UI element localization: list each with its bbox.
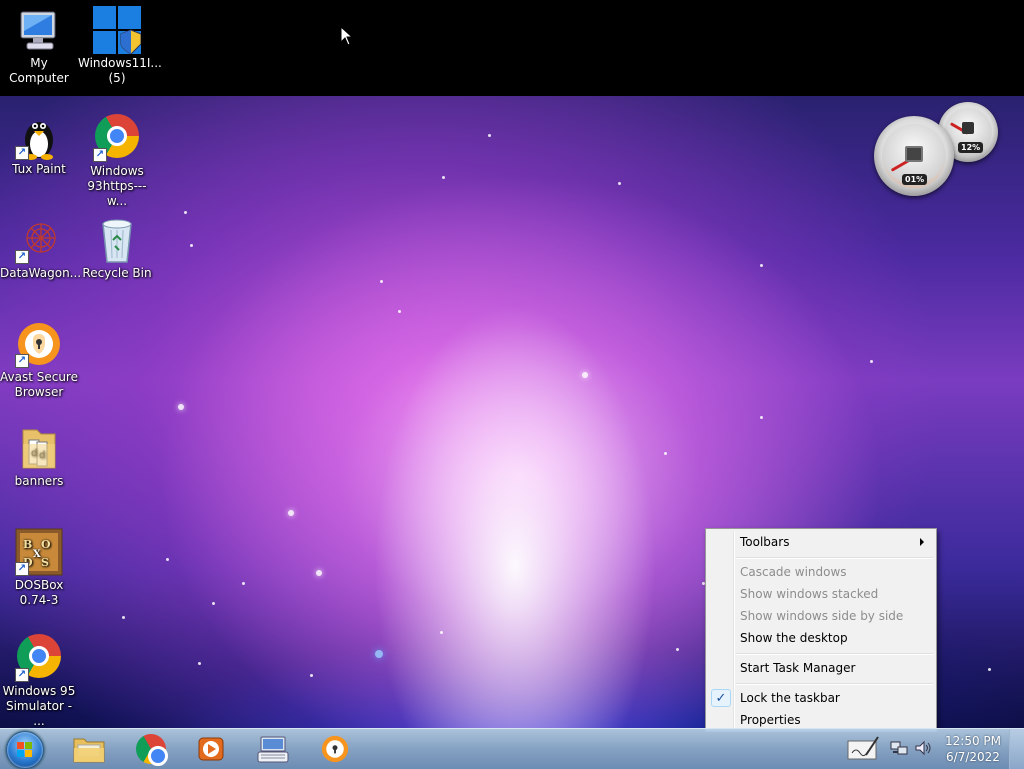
svg-text:X: X — [33, 549, 41, 560]
icon-label-line2: 0.74-3 — [19, 593, 59, 607]
avast-browser-icon — [321, 735, 349, 763]
icon-label: My Computer — [9, 56, 69, 85]
taskbar-file-explorer[interactable] — [62, 731, 116, 767]
on-screen-keyboard-icon — [257, 736, 289, 763]
checkmark-icon: ✓ — [711, 689, 731, 707]
shortcut-arrow-icon: ↗ — [93, 148, 107, 162]
icon-label: banners — [14, 474, 64, 488]
svg-text:S: S — [41, 556, 49, 569]
submenu-arrow-icon — [920, 538, 924, 546]
system-clock[interactable]: 12:50 PM 6/7/2022 — [938, 733, 1008, 765]
menu-separator — [736, 683, 933, 685]
menu-item-show-windows-side-by-side[interactable]: Show windows side by side — [708, 605, 934, 627]
icon-label: Windows 95 — [2, 684, 76, 698]
cpu-readout: 01% — [902, 174, 928, 185]
network-icon[interactable] — [890, 739, 908, 757]
cpu-gauge: 01% — [874, 116, 954, 196]
desktop-icon-my-computer[interactable]: My Computer — [0, 6, 78, 86]
icon-label: Tux Paint — [12, 162, 66, 176]
recycle-bin-icon — [93, 216, 141, 264]
icon-label-line2: (5) — [108, 71, 126, 85]
taskbar-on-screen-keyboard[interactable] — [246, 731, 300, 767]
menu-item-cascade-windows[interactable]: Cascade windows — [708, 561, 934, 583]
menu-separator — [736, 557, 933, 559]
menu-item-show-the-desktop[interactable]: Show the desktop — [708, 627, 934, 649]
clock-time: 12:50 PM — [945, 734, 1001, 748]
cpu-meter-gadget[interactable]: 12% 01% — [874, 100, 1000, 196]
desktop-icon-windows11-installer[interactable]: Windows11I... (5) — [78, 6, 162, 86]
media-player-icon — [198, 737, 224, 761]
taskbar[interactable]: 12:50 PM 6/7/2022 — [0, 728, 1024, 769]
desktop-icon-datawagon[interactable]: ↗ DataWagon... — [0, 216, 82, 281]
menu-item-start-task-manager[interactable]: Start Task Manager — [708, 657, 934, 679]
shortcut-arrow-icon: ↗ — [15, 250, 29, 264]
icon-label-line2: Browser — [14, 385, 64, 399]
taskbar-media-player[interactable] — [184, 731, 238, 767]
tux-penguin-icon: ↗ — [15, 112, 63, 160]
chrome-icon — [136, 734, 168, 766]
taskbar-avast-browser[interactable] — [308, 731, 362, 767]
chrome-icon: ↗ — [93, 114, 141, 162]
datawagon-icon: ↗ — [15, 216, 63, 264]
start-button[interactable] — [6, 731, 44, 769]
avast-browser-icon: ↗ — [15, 320, 63, 368]
clock-date: 6/7/2022 — [946, 750, 1000, 764]
handwriting-input-icon[interactable] — [846, 735, 880, 761]
taskbar-chrome[interactable] — [124, 731, 178, 767]
icon-label: Avast Secure — [0, 370, 78, 384]
icon-label-line2: 93https---w... — [87, 179, 147, 208]
icon-label: Recycle Bin — [82, 266, 152, 280]
desktop-icon-tux-paint[interactable]: ↗ Tux Paint — [0, 112, 78, 177]
computer-icon — [15, 6, 63, 54]
desktop-icon-windows95-simulator[interactable]: ↗ Windows 95 Simulator - ... — [0, 632, 78, 729]
desktop-icon-recycle-bin[interactable]: Recycle Bin — [78, 216, 156, 281]
shortcut-arrow-icon: ↗ — [15, 562, 29, 576]
icon-label: Windows — [90, 164, 144, 178]
menu-item-show-windows-stacked[interactable]: Show windows stacked — [708, 583, 934, 605]
shortcut-arrow-icon: ↗ — [15, 668, 29, 682]
dosbox-icon: B O D S X ↗ — [15, 528, 63, 576]
file-explorer-icon — [73, 738, 105, 763]
taskbar-context-menu: Toolbars Cascade windows Show windows st… — [705, 528, 937, 732]
svg-text:O: O — [41, 538, 51, 551]
icon-label-line2: Simulator - ... — [5, 699, 73, 728]
volume-icon[interactable] — [914, 739, 932, 757]
windows-logo-icon — [17, 742, 33, 758]
menu-item-lock-the-taskbar[interactable]: ✓ Lock the taskbar — [708, 687, 934, 709]
icon-label: DOSBox — [14, 578, 64, 592]
shortcut-arrow-icon: ↗ — [15, 146, 29, 160]
menu-item-toolbars[interactable]: Toolbars — [708, 531, 934, 553]
windows-installer-icon — [93, 6, 142, 55]
shortcut-arrow-icon: ↗ — [15, 354, 29, 368]
desktop-icon-avast-secure-browser[interactable]: ↗ Avast Secure Browser — [0, 320, 78, 400]
icon-label: Windows11I... — [78, 56, 162, 70]
desktop-icon-banners[interactable]: d d banners — [0, 424, 78, 489]
memory-readout: 12% — [958, 142, 984, 153]
menu-separator — [736, 653, 933, 655]
svg-text:B: B — [23, 538, 32, 551]
folder-icon: d d — [15, 424, 63, 472]
chip-icon — [962, 122, 974, 134]
desktop-icon-dosbox[interactable]: B O D S X ↗ DOSBox 0.74-3 — [0, 528, 78, 608]
cpu-chip-icon — [905, 146, 923, 162]
chrome-icon: ↗ — [15, 634, 63, 682]
icon-label: DataWagon... — [0, 266, 82, 280]
show-desktop-button[interactable] — [1009, 729, 1024, 769]
desktop-icon-windows93[interactable]: ↗ Windows 93https---w... — [78, 112, 156, 209]
